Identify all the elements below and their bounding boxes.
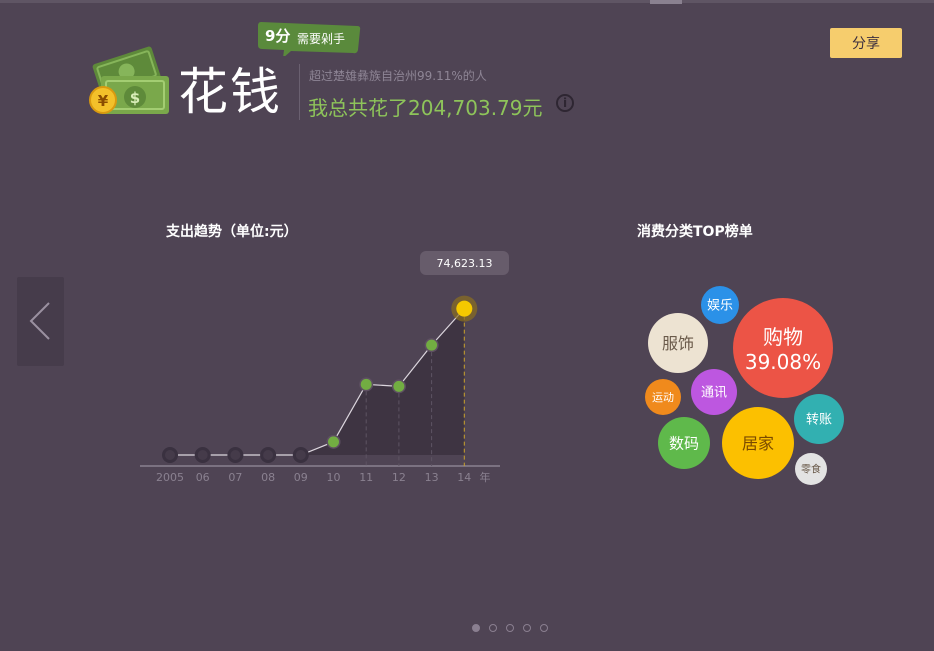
- category-label: 零食: [801, 463, 821, 476]
- top-bar: [0, 0, 934, 3]
- category-label: 购物: [763, 325, 803, 349]
- share-button[interactable]: 分享: [830, 28, 902, 58]
- x-tick-label: 14: [457, 471, 471, 484]
- category-bubble[interactable]: 零食: [795, 453, 827, 485]
- category-bubble[interactable]: 服饰: [648, 313, 708, 373]
- x-tick-label: 13: [425, 471, 439, 484]
- data-point: [360, 378, 372, 390]
- data-point: [426, 339, 438, 351]
- exceed-text: 超过楚雄彝族自治州99.11%的人: [309, 69, 487, 83]
- page-title: 花钱: [178, 63, 282, 121]
- category-label: 运动: [652, 391, 674, 404]
- pager-dot[interactable]: [472, 624, 480, 632]
- category-title: 消费分类TOP榜单: [637, 224, 753, 240]
- category-label: 服饰: [662, 334, 694, 353]
- category-label: 通讯: [701, 386, 727, 401]
- pager-dot[interactable]: [489, 624, 497, 632]
- pager-dot[interactable]: [540, 624, 548, 632]
- data-point: [393, 380, 405, 392]
- x-tick-label: 2005: [156, 471, 184, 484]
- total-spent: 我总共花了204,703.79元: [308, 96, 543, 120]
- x-unit-label: 年: [480, 470, 491, 484]
- category-value: 39.08%: [745, 350, 821, 374]
- data-point-inner: [165, 450, 175, 460]
- pager-dot[interactable]: [523, 624, 531, 632]
- category-bubble[interactable]: 转账: [794, 394, 844, 444]
- x-tick-label: 12: [392, 471, 406, 484]
- category-bubble[interactable]: 通讯: [691, 369, 737, 415]
- score-note: 需要剁手: [297, 32, 346, 46]
- data-point-inner: [230, 450, 241, 460]
- x-tick-label: 09: [294, 471, 308, 484]
- prev-page-button[interactable]: [17, 277, 64, 366]
- trend-area: [170, 308, 465, 455]
- pager-dot[interactable]: [506, 624, 514, 632]
- trend-chart-title: 支出趋势（单位:元）: [166, 224, 298, 240]
- category-label: 转账: [806, 413, 832, 428]
- category-bubble[interactable]: 购物39.08%: [733, 298, 833, 398]
- x-tick-label: 11: [359, 471, 373, 484]
- data-point: [328, 436, 339, 448]
- divider: [299, 64, 300, 120]
- data-point-inner: [263, 450, 274, 460]
- trend-chart: 2005 06 07 08 09 10 11 12 13 14 年: [140, 295, 500, 484]
- data-point: [456, 300, 473, 317]
- x-tick-label: 06: [196, 471, 210, 484]
- chart-tooltip: 74,623.13: [420, 251, 509, 275]
- top-scroll-indicator: [650, 0, 682, 4]
- score-value: 9分: [265, 27, 291, 45]
- svg-text:¥: ¥: [98, 92, 109, 110]
- data-point-inner: [197, 450, 208, 460]
- category-bubble-chart: 购物39.08% 居家 服饰数码 转账 通讯 娱乐运动零食: [645, 286, 844, 485]
- x-tick-label: 07: [228, 471, 242, 484]
- category-label: 居家: [742, 434, 774, 453]
- info-icon[interactable]: i: [556, 94, 574, 112]
- x-tick-label: 08: [261, 471, 275, 484]
- category-bubble[interactable]: 娱乐: [701, 286, 739, 324]
- category-label: 数码: [669, 434, 699, 452]
- category-label: 娱乐: [707, 299, 733, 314]
- x-tick-label: 10: [327, 471, 341, 484]
- svg-text:$: $: [130, 89, 140, 107]
- category-bubble[interactable]: 居家: [722, 407, 794, 479]
- chevron-left-icon: [29, 302, 50, 340]
- pager: [472, 624, 548, 632]
- money-icon: $ ¥: [89, 46, 169, 114]
- data-point-inner: [295, 450, 306, 460]
- category-bubble[interactable]: 数码: [658, 417, 710, 469]
- category-bubble[interactable]: 运动: [645, 379, 681, 415]
